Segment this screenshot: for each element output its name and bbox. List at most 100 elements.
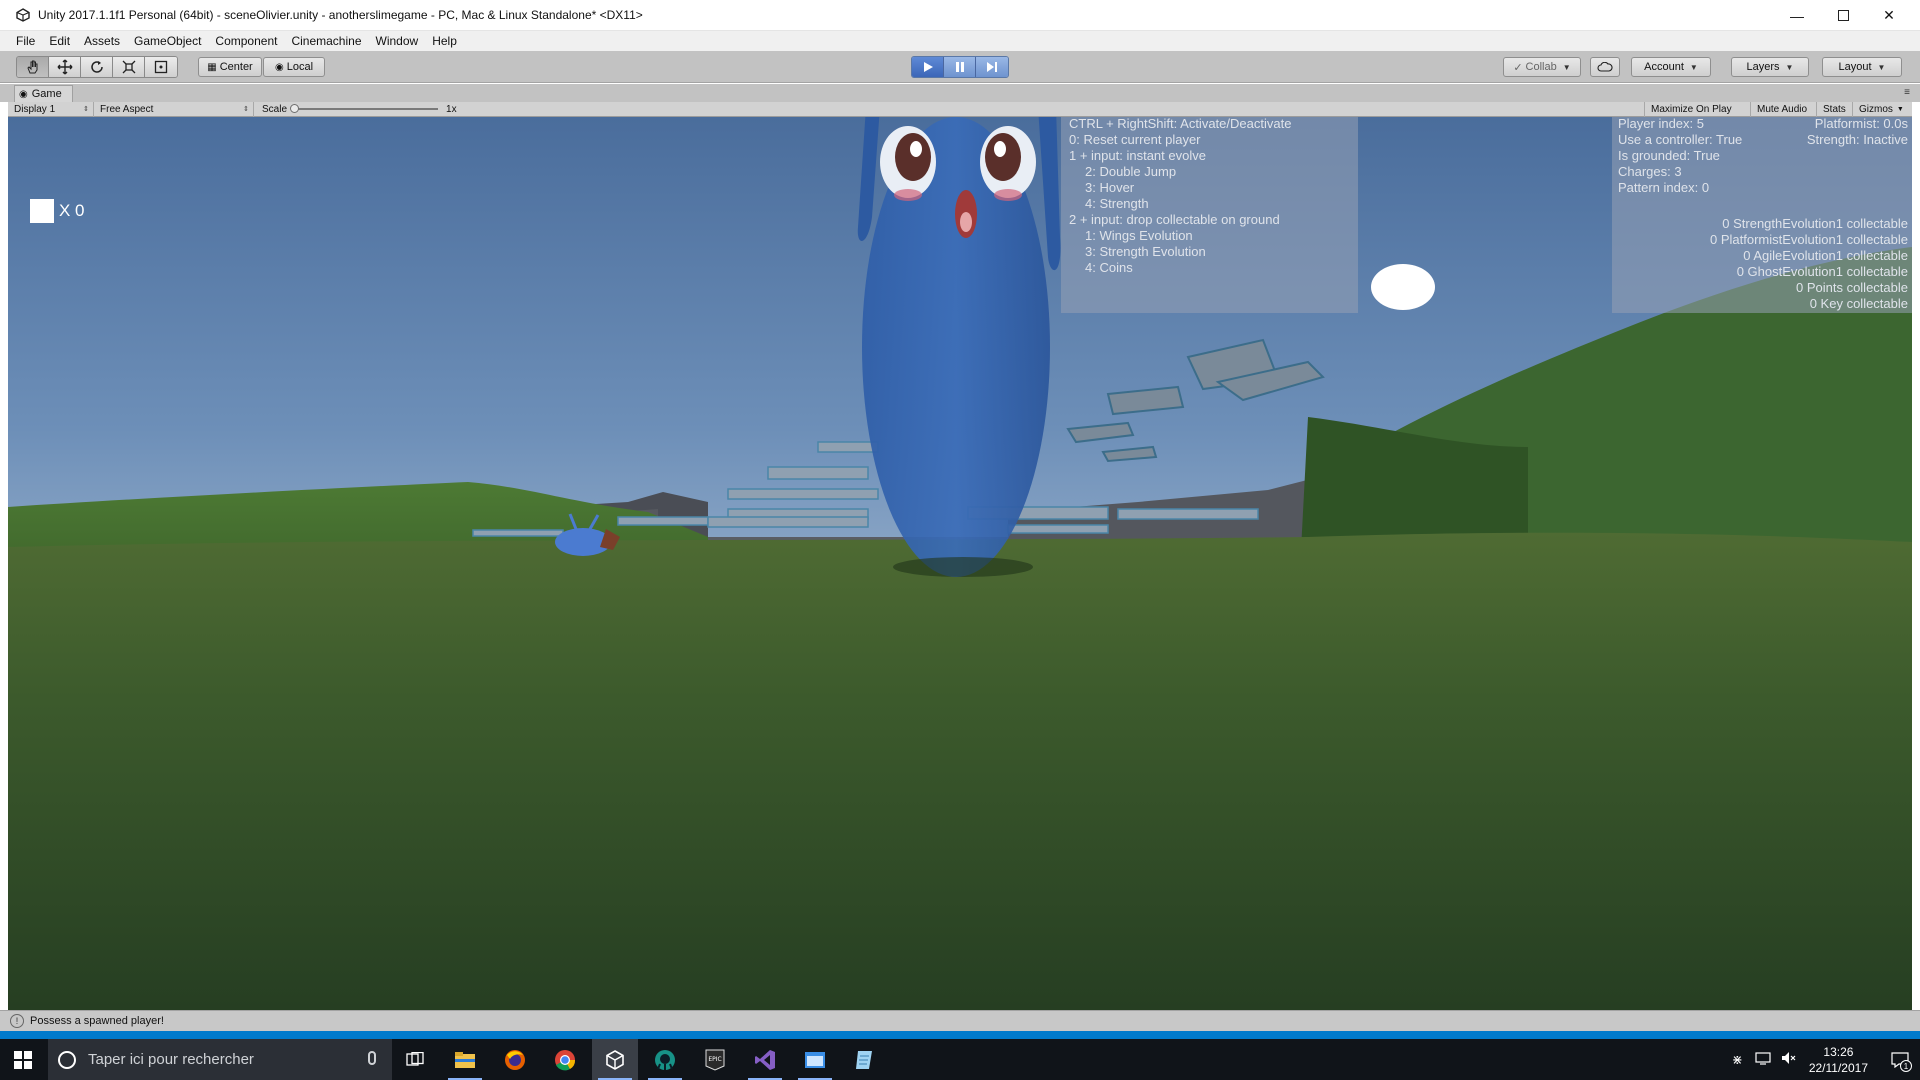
chevron-down-icon: ▼ [1896, 106, 1904, 113]
check-icon: ✓ [1513, 61, 1523, 74]
chevron-down-icon: ▼ [1785, 62, 1794, 72]
debug-line: 2: Double Jump [1085, 164, 1177, 179]
menu-assets[interactable]: Assets [77, 34, 127, 48]
chevron-down-icon: ▼ [1877, 62, 1886, 72]
pause-button[interactable] [944, 57, 976, 77]
debug-line: 4: Strength [1085, 196, 1149, 211]
unity-logo-icon [8, 8, 38, 22]
menu-file[interactable]: File [0, 34, 42, 48]
layers-dropdown[interactable]: Layers ▼ [1731, 57, 1809, 77]
cloud-button[interactable] [1590, 57, 1620, 77]
menu-cinemachine[interactable]: Cinemachine [284, 34, 368, 48]
epic-games-icon[interactable]: EPIC [692, 1039, 738, 1080]
windows-start-icon[interactable] [0, 1039, 46, 1080]
clock-time: 13:26 [1823, 1044, 1854, 1059]
collectable-line: 0 GhostEvolution1 collectable [1736, 264, 1908, 279]
status-strip [0, 1031, 1920, 1039]
collab-button[interactable]: ✓ Collab ▼ [1503, 57, 1581, 77]
minimize-icon[interactable]: — [1774, 0, 1820, 31]
menu-gameobject[interactable]: GameObject [127, 34, 208, 48]
mute-audio-toggle[interactable]: Mute Audio [1750, 102, 1816, 117]
debug-player-panel: Player index: 5 Use a controller: True I… [1612, 117, 1912, 313]
collectable-line: 0 Key collectable [1809, 296, 1908, 311]
main-toolbar: ▦ Center ◉ Local ✓ Collab ▼ Account ▼ La… [0, 51, 1920, 83]
menu-bar: File Edit Assets GameObject Component Ci… [0, 31, 1920, 51]
play-button[interactable] [912, 57, 944, 77]
debug-line: 1 + input: instant evolve [1069, 148, 1206, 163]
gizmos-dropdown[interactable]: Gizmos ▼ [1852, 102, 1912, 117]
system-tray: ⋇ 13:26 22/11/2017 1 [1732, 1039, 1920, 1080]
maximize-on-play-toggle[interactable]: Maximize On Play [1644, 102, 1750, 117]
scale-slider-handle[interactable] [290, 104, 300, 113]
menu-window[interactable]: Window [369, 34, 426, 48]
account-dropdown[interactable]: Account ▼ [1631, 57, 1711, 77]
rect-tool-icon[interactable] [145, 57, 177, 77]
gitkraken-icon[interactable] [642, 1039, 688, 1080]
pivot-icon: ▦ [207, 61, 217, 73]
volume-muted-icon[interactable] [1781, 1051, 1797, 1068]
stats-toggle[interactable]: Stats [1816, 102, 1852, 117]
game-tab-bar: ◉ Game ≡ [0, 84, 1920, 102]
maximize-icon[interactable] [1820, 0, 1866, 31]
hand-tool-icon[interactable] [17, 57, 49, 77]
app-window-icon[interactable] [792, 1039, 838, 1080]
collectable-line: 0 PlatformistEvolution1 collectable [1710, 232, 1908, 247]
aspect-select[interactable]: Free Aspect ⇕ [94, 101, 254, 117]
notification-badge: 1 [1900, 1060, 1912, 1072]
rotate-tool-icon[interactable] [81, 57, 113, 77]
collectable-line: 0 Points collectable [1795, 280, 1908, 295]
unity-icon[interactable] [592, 1039, 638, 1080]
firefox-icon[interactable] [492, 1039, 538, 1080]
game-viewport[interactable]: X 0 CTRL + RightShift: Activate/Deactiva… [8, 117, 1912, 1010]
notes-icon[interactable] [842, 1039, 888, 1080]
move-tool-icon[interactable] [49, 57, 81, 77]
pivot-center-button[interactable]: ▦ Center [198, 57, 262, 77]
scale-value: 1x [446, 103, 457, 115]
chrome-icon[interactable] [542, 1039, 588, 1080]
tab-game[interactable]: ◉ Game [14, 85, 73, 102]
collectable-line: 0 AgileEvolution1 collectable [1743, 248, 1908, 263]
debug-line: 0: Reset current player [1069, 132, 1201, 147]
microphone-icon[interactable] [368, 1051, 376, 1065]
taskbar-search-input[interactable]: Taper ici pour rechercher [48, 1039, 392, 1080]
strength-status: Strength: Inactive [1806, 132, 1908, 147]
panel-menu-icon[interactable]: ≡ [1904, 87, 1910, 98]
counter-icon [30, 199, 54, 223]
debug-shortcuts-panel: CTRL + RightShift: Activate/Deactivate 0… [1061, 117, 1358, 313]
updown-icon: ⇕ [243, 106, 249, 113]
bluetooth-icon[interactable]: ⋇ [1732, 1052, 1743, 1068]
collectable-counter: X 0 [30, 199, 85, 223]
info-icon: ! [10, 1014, 24, 1028]
collectable-line: 0 StrengthEvolution1 collectable [1722, 216, 1908, 231]
debug-line: CTRL + RightShift: Activate/Deactivate [1069, 117, 1292, 131]
visual-studio-icon[interactable] [742, 1039, 788, 1080]
display-select[interactable]: Display 1 ⇕ [8, 101, 94, 117]
debug-line: 3: Hover [1085, 180, 1135, 195]
notification-center-icon[interactable]: 1 [1880, 1039, 1920, 1080]
close-icon[interactable]: ✕ [1866, 0, 1912, 31]
window-title: Unity 2017.1.1f1 Personal (64bit) - scen… [38, 8, 643, 22]
status-bar: ! Possess a spawned player! [0, 1010, 1920, 1031]
status-message[interactable]: Possess a spawned player! [30, 1015, 164, 1027]
platformist-timer: Platformist: 0.0s [1814, 117, 1908, 131]
clock[interactable]: 13:26 22/11/2017 [1809, 1044, 1868, 1076]
task-view-icon[interactable] [392, 1039, 438, 1080]
debug-line: 4: Coins [1085, 260, 1133, 275]
pivot-local-button[interactable]: ◉ Local [263, 57, 325, 77]
file-explorer-icon[interactable] [442, 1039, 488, 1080]
menu-edit[interactable]: Edit [42, 34, 77, 48]
svg-text:EPIC: EPIC [708, 1056, 721, 1063]
debug-line: 3: Strength Evolution [1085, 244, 1206, 259]
updown-icon: ⇕ [83, 106, 89, 113]
scale-slider[interactable] [290, 104, 439, 113]
scale-tool-icon[interactable] [113, 57, 145, 77]
taskbar: Taper ici pour rechercher EPIC ⋇ 13:26 2… [0, 1039, 1920, 1080]
layout-dropdown[interactable]: Layout ▼ [1822, 57, 1902, 77]
network-icon[interactable] [1755, 1051, 1771, 1068]
is-grounded: Is grounded: True [1618, 148, 1720, 163]
step-button[interactable] [976, 57, 1008, 77]
menu-component[interactable]: Component [208, 34, 284, 48]
chevron-down-icon: ▼ [1689, 62, 1698, 72]
menu-help[interactable]: Help [425, 34, 464, 48]
player-index: Player index: 5 [1618, 117, 1704, 131]
